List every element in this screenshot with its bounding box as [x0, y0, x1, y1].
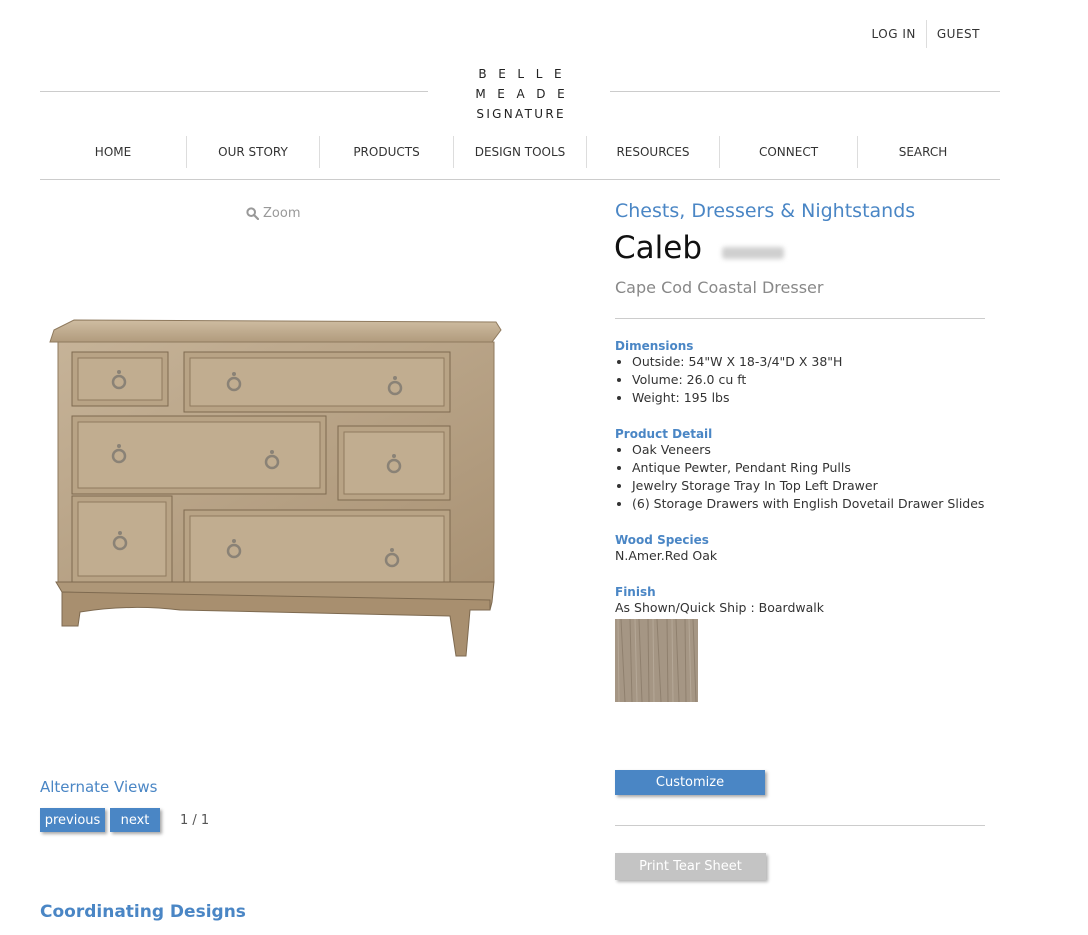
divider — [615, 825, 985, 826]
list-item: (6) Storage Drawers with English Dovetai… — [632, 495, 1015, 513]
zoom-label: Zoom — [263, 206, 301, 221]
finish-section: Finish As Shown/Quick Ship : Boardwalk — [615, 585, 824, 615]
logo-line-3: SIGNATURE — [476, 107, 566, 121]
logo-line-2: MEADE — [475, 87, 577, 101]
wood-species-value: N.Amer.Red Oak — [615, 548, 718, 563]
divider — [615, 318, 985, 319]
dimensions-section: Dimensions Outside: 54"W X 18-3/4"D X 38… — [615, 339, 995, 407]
list-item: Antique Pewter, Pendant Ring Pulls — [632, 459, 1015, 477]
brand-logo[interactable]: BELLE MEADE SIGNATURE — [468, 64, 572, 124]
category-link[interactable]: Chests, Dressers & Nightstands — [615, 200, 915, 222]
list-item: Outside: 54"W X 18-3/4"D X 38"H — [632, 353, 995, 371]
list-item: Volume: 26.0 cu ft — [632, 371, 995, 389]
product-detail-list: Oak Veneers Antique Pewter, Pendant Ring… — [615, 441, 1015, 513]
wood-species-section: Wood Species N.Amer.Red Oak — [615, 533, 717, 563]
nav-design-tools[interactable]: DESIGN TOOLS — [454, 135, 586, 169]
nav-products[interactable]: PRODUCTS — [320, 135, 453, 169]
list-item: Jewelry Storage Tray In Top Left Drawer — [632, 477, 1015, 495]
wood-species-title: Wood Species — [615, 533, 709, 547]
guest-link[interactable]: GUEST — [927, 26, 990, 48]
customize-button[interactable]: Customize — [615, 770, 765, 795]
nav-connect[interactable]: CONNECT — [720, 135, 857, 169]
nav-home[interactable]: HOME — [40, 135, 186, 169]
dimensions-list: Outside: 54"W X 18-3/4"D X 38"H Volume: … — [615, 353, 995, 407]
previous-button[interactable]: previous — [40, 808, 105, 832]
finish-title: Finish — [615, 585, 656, 599]
login-link[interactable]: LOG IN — [862, 26, 926, 48]
nav-search[interactable]: SEARCH — [858, 135, 988, 169]
product-detail-title: Product Detail — [615, 427, 713, 441]
alternate-views-title: Alternate Views — [40, 778, 158, 796]
header-rule-right — [610, 91, 1000, 92]
main-nav: HOME OUR STORY PRODUCTS DESIGN TOOLS RES… — [40, 135, 1000, 180]
dresser-image[interactable] — [40, 300, 510, 670]
price-blurred — [722, 247, 784, 259]
zoom-link[interactable]: Zoom — [246, 206, 300, 221]
coordinating-designs-title: Coordinating Designs — [40, 902, 246, 922]
finish-value: As Shown/Quick Ship : Boardwalk — [615, 600, 824, 615]
pager-count: 1 / 1 — [180, 813, 210, 828]
list-item: Oak Veneers — [632, 441, 1015, 459]
nav-resources[interactable]: RESOURCES — [587, 135, 719, 169]
next-button[interactable]: next — [110, 808, 160, 832]
product-subtitle: Cape Cod Coastal Dresser — [615, 278, 824, 297]
account-links: LOG IN GUEST — [862, 20, 990, 48]
list-item: Weight: 195 lbs — [632, 389, 995, 407]
header-rule-left — [40, 91, 428, 92]
dimensions-title: Dimensions — [615, 339, 694, 353]
finish-swatch[interactable] — [615, 619, 698, 702]
product-detail-section: Product Detail Oak Veneers Antique Pewte… — [615, 427, 1015, 513]
magnifier-icon — [246, 207, 259, 220]
logo-line-1: BELLE — [478, 67, 574, 81]
nav-our-story[interactable]: OUR STORY — [187, 135, 319, 169]
print-tear-sheet-button[interactable]: Print Tear Sheet — [615, 853, 766, 880]
product-name: Caleb — [614, 230, 703, 266]
